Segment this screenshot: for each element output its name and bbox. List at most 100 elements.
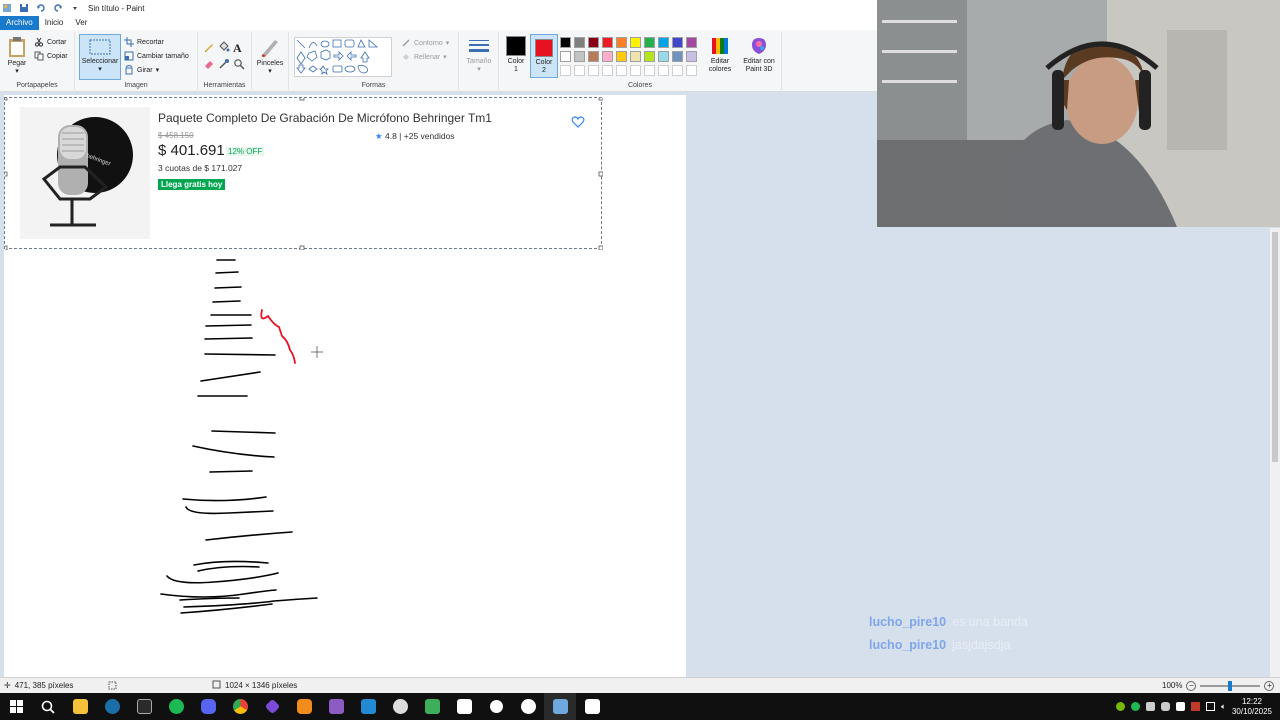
palette-color-swatch[interactable] (672, 65, 683, 76)
color2-button[interactable]: Color 2 (530, 34, 558, 78)
recording-icon[interactable] (1176, 702, 1186, 711)
magnifier-icon[interactable] (233, 58, 247, 74)
fl-studio-icon[interactable] (288, 693, 320, 720)
palette-color-swatch[interactable] (560, 65, 571, 76)
palette-color-swatch[interactable] (658, 65, 669, 76)
crosshair-cursor-icon (311, 346, 323, 358)
palette-color-swatch[interactable] (672, 37, 683, 48)
paint3d-button[interactable]: Editar con Paint 3D (739, 36, 779, 74)
zoom-slider-thumb[interactable] (1228, 680, 1233, 691)
copy-button[interactable]: Copiar (34, 49, 68, 63)
palette-color-swatch[interactable] (574, 65, 585, 76)
zoom-out-icon[interactable]: − (1186, 680, 1197, 691)
undo-icon[interactable] (36, 3, 46, 13)
app-tray-icon[interactable] (1191, 702, 1201, 711)
palette-color-swatch[interactable] (616, 51, 627, 62)
paint-taskbar-icon[interactable] (544, 693, 576, 720)
network-icon[interactable] (1206, 702, 1216, 711)
color1-button[interactable]: Color 1 (503, 36, 529, 74)
epic-games-icon[interactable] (128, 693, 160, 720)
palette-color-swatch[interactable] (686, 37, 697, 48)
shield-icon[interactable] (1146, 702, 1156, 711)
palette-color-swatch[interactable] (588, 51, 599, 62)
color-picker-icon[interactable] (218, 58, 232, 74)
palette-color-swatch[interactable] (588, 37, 599, 48)
edit-colors-button[interactable]: Editar colores (704, 36, 736, 74)
app-launcher-icon[interactable] (256, 693, 288, 720)
github-icon[interactable] (384, 693, 416, 720)
tab-archivo[interactable]: Archivo (0, 16, 39, 30)
quick-access-toolbar (0, 3, 80, 13)
crop-button[interactable]: Recortar (124, 35, 189, 49)
text-icon[interactable]: A (233, 41, 247, 57)
capcut-second-icon[interactable] (576, 693, 608, 720)
save-icon[interactable] (19, 3, 29, 13)
start-button[interactable] (0, 693, 32, 720)
customize-toolbar-icon[interactable] (70, 3, 80, 13)
palette-color-swatch[interactable] (644, 51, 655, 62)
resize-button[interactable]: Cambiar tamaño (124, 49, 189, 63)
game-icon[interactable] (416, 693, 448, 720)
palette-color-swatch[interactable] (602, 65, 613, 76)
palette-color-swatch[interactable] (588, 65, 599, 76)
palette-color-swatch[interactable] (602, 51, 613, 62)
palette-color-swatch[interactable] (644, 37, 655, 48)
fill-bucket-icon[interactable] (218, 41, 232, 57)
discord-icon[interactable] (192, 693, 224, 720)
pencil-icon[interactable] (203, 41, 217, 57)
visual-studio-icon[interactable] (320, 693, 352, 720)
cursor-position: ✛ 471, 385 píxeles (4, 681, 73, 690)
palette-color-swatch[interactable] (560, 37, 571, 48)
shapes-gallery[interactable] (294, 37, 392, 77)
palette-color-swatch[interactable] (658, 51, 669, 62)
paste-button[interactable]: Pegar ▾ (4, 36, 30, 76)
cut-button[interactable]: Cortar (34, 35, 68, 49)
palette-color-swatch[interactable] (672, 51, 683, 62)
select-button[interactable]: Seleccionar ▾ (79, 34, 121, 80)
palette-color-swatch[interactable] (644, 65, 655, 76)
palette-color-swatch[interactable] (686, 51, 697, 62)
palette-color-swatch[interactable] (574, 37, 585, 48)
zoom-in-icon[interactable]: + (1264, 680, 1275, 691)
volume-icon[interactable]: 🔈︎ (1221, 702, 1226, 712)
palette-color-swatch[interactable] (658, 37, 669, 48)
palette-color-swatch[interactable] (630, 65, 641, 76)
search-icon[interactable] (32, 693, 64, 720)
rotate-button[interactable]: Girar ▾ (124, 63, 189, 77)
palette-color-swatch[interactable] (616, 37, 627, 48)
media-player-icon[interactable] (512, 693, 544, 720)
palette-color-swatch[interactable] (686, 65, 697, 76)
drawing-canvas[interactable]: behringer Paquete Completo De Grabación … (4, 95, 686, 677)
file-explorer-icon[interactable] (64, 693, 96, 720)
nvidia-icon[interactable] (1116, 702, 1126, 711)
vertical-scrollbar[interactable] (1270, 228, 1280, 677)
system-clock[interactable]: 12:22 30/10/2025 (1232, 697, 1272, 717)
palette-color-swatch[interactable] (560, 51, 571, 62)
discord-tray-icon[interactable] (1161, 702, 1171, 711)
outline-button[interactable]: Contorno ▾ (401, 36, 449, 50)
zoom-slider[interactable] (1200, 680, 1261, 691)
palette-color-swatch[interactable] (602, 37, 613, 48)
color2-swatch (535, 39, 553, 57)
chrome-icon[interactable] (224, 693, 256, 720)
fill-button[interactable]: Rellenar ▾ (401, 50, 449, 64)
palette-color-swatch[interactable] (630, 37, 641, 48)
palette-color-swatch[interactable] (574, 51, 585, 62)
tab-ver[interactable]: Ver (69, 16, 93, 30)
settings-icon[interactable] (480, 693, 512, 720)
capcut-icon[interactable] (448, 693, 480, 720)
palette-color-swatch[interactable] (616, 65, 627, 76)
redo-icon[interactable] (53, 3, 63, 13)
brushes-button[interactable]: Pinceles ▾ (256, 36, 284, 76)
palette-color-swatch[interactable] (630, 51, 641, 62)
scissors-icon (34, 37, 44, 47)
tab-inicio[interactable]: Inicio (39, 16, 70, 30)
steam-icon[interactable] (96, 693, 128, 720)
size-button[interactable]: Tamaño ▾ (465, 38, 493, 74)
vscode-icon[interactable] (352, 693, 384, 720)
scrollbar-thumb[interactable] (1272, 232, 1278, 462)
crop-label: Recortar (137, 38, 164, 46)
spotify-tray-icon[interactable] (1131, 702, 1141, 711)
spotify-icon[interactable] (160, 693, 192, 720)
eraser-icon[interactable] (203, 58, 217, 74)
